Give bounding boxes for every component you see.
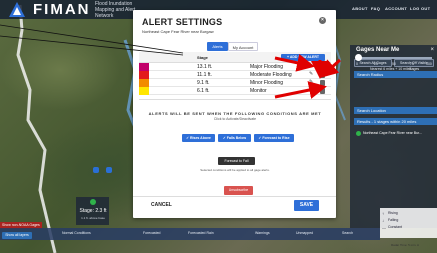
app-window: FIMAN Flood Inundation Mapping and Alert…: [0, 0, 437, 253]
annotation-arrows: [0, 24, 341, 99]
